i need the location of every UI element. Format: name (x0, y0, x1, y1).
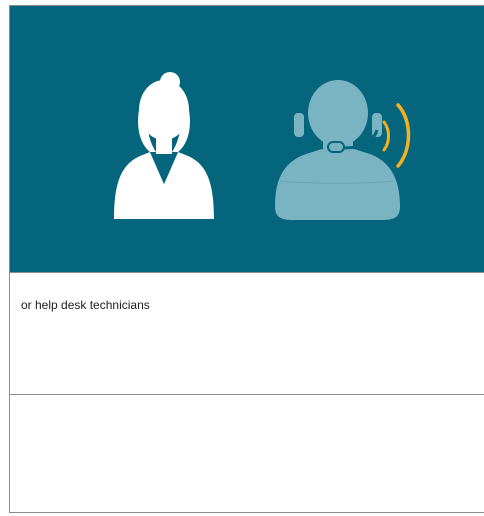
hero-illustration-panel (10, 6, 484, 272)
woman-user-icon (114, 72, 214, 219)
caption-text: or help desk technicians (21, 298, 150, 312)
hero-illustration (114, 72, 411, 220)
sound-waves-icon (382, 103, 411, 168)
section-divider-bottom (10, 394, 484, 395)
headset-support-agent-icon (275, 74, 400, 220)
illustration-card: or help desk technicians (9, 5, 484, 513)
section-divider (10, 272, 484, 273)
